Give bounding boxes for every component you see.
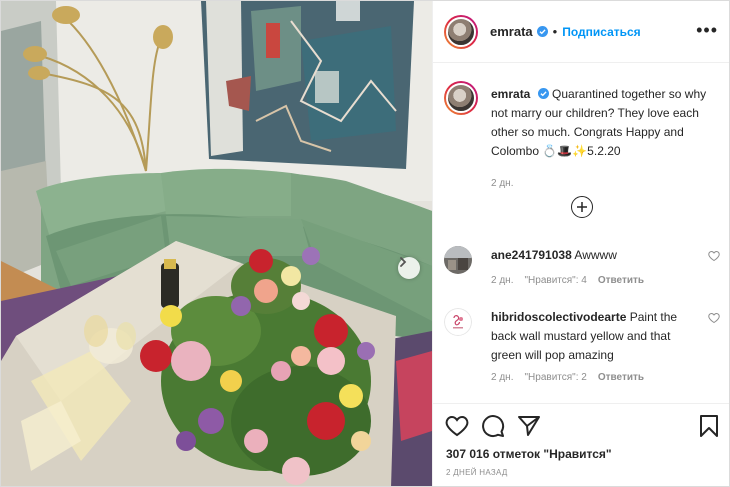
post-side-panel: emrata • Подписаться ••• emrata Quaranti… (432, 1, 729, 486)
next-photo-arrow-icon (400, 257, 407, 267)
comment-like-heart-icon[interactable] (708, 312, 720, 324)
follow-button[interactable]: Подписаться (562, 25, 640, 39)
commenter-avatar[interactable] (444, 246, 472, 274)
comment-timestamp[interactable]: 2 дн. (491, 372, 513, 383)
bookmark-icon[interactable] (697, 414, 721, 438)
post-timestamp[interactable]: 2 дней назад (446, 468, 508, 477)
next-photo-button[interactable] (398, 257, 420, 279)
comment-icon[interactable] (481, 414, 505, 438)
load-more-comments-icon (577, 202, 587, 212)
caption-avatar[interactable] (444, 81, 478, 115)
comment-like-heart-icon[interactable] (708, 250, 720, 262)
commenter-username[interactable]: hibridoscolectivodearte (491, 310, 626, 324)
share-icon[interactable] (517, 414, 541, 438)
caption-timestamp[interactable]: 2 дн. (491, 178, 513, 189)
comment-timestamp[interactable]: 2 дн. (491, 275, 513, 286)
comment-meta: 2 дн. "Нравится": 2 Ответить (491, 372, 644, 383)
comment-body: hibridoscolectivodearte Paint the back w… (491, 308, 696, 365)
comment-likes[interactable]: "Нравится": 4 (524, 275, 586, 286)
more-options-icon[interactable]: ••• (696, 21, 718, 39)
instagram-post: emrata • Подписаться ••• emrata Quaranti… (0, 0, 730, 487)
commenter-username[interactable]: ane241791038 (491, 248, 572, 262)
author-avatar[interactable] (444, 14, 478, 49)
reply-button[interactable]: Ответить (598, 275, 644, 286)
likes-count[interactable]: 307 016 отметок "Нравится" (446, 447, 612, 461)
caption-text-block: emrata Quarantined together so why not m… (491, 85, 718, 161)
load-more-comments-button[interactable] (571, 196, 593, 218)
header-separator: • (552, 24, 558, 39)
post-header: emrata • Подписаться ••• (433, 1, 729, 63)
author-username[interactable]: emrata (490, 24, 533, 39)
post-photo[interactable] (1, 1, 432, 486)
photo-illustration (1, 1, 432, 486)
reply-button[interactable]: Ответить (598, 372, 644, 383)
comment-meta: 2 дн. "Нравится": 4 Ответить (491, 275, 644, 286)
verified-badge-icon (537, 88, 549, 99)
heart-icon[interactable] (445, 414, 469, 438)
post-actions: 307 016 отметок "Нравится" 2 дней назад (433, 403, 729, 486)
comment-body: ane241791038 Awwww (491, 246, 696, 265)
caption-username[interactable]: emrata (491, 87, 530, 101)
verified-badge-icon (536, 26, 548, 37)
comment-likes[interactable]: "Нравится": 2 (524, 372, 586, 383)
comment-text: Awwww (574, 248, 617, 262)
commenter-avatar[interactable] (444, 308, 472, 336)
comments-area[interactable]: emrata Quarantined together so why not m… (433, 63, 729, 403)
